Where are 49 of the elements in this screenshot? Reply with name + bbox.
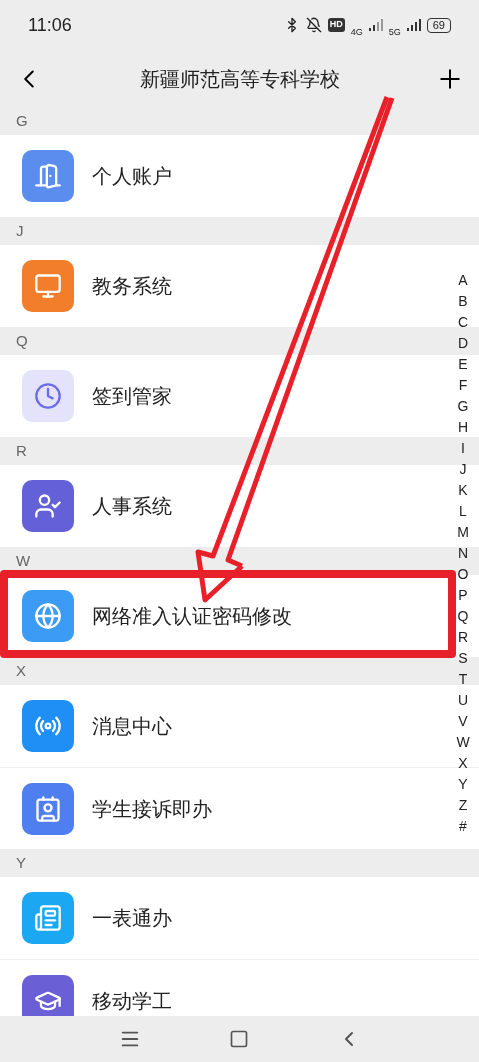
index-letter[interactable]: L	[455, 501, 471, 522]
index-letter[interactable]: A	[455, 270, 471, 291]
signal-icon	[406, 19, 421, 31]
index-letter[interactable]: H	[455, 417, 471, 438]
section-letter: X	[16, 660, 26, 681]
network-label: 5G	[388, 27, 401, 37]
door-icon	[22, 150, 74, 202]
section-letter: R	[16, 440, 27, 461]
index-letter[interactable]: D	[455, 333, 471, 354]
index-letter[interactable]: Q	[455, 606, 471, 627]
app-list-item[interactable]: 个人账户	[0, 135, 479, 217]
mute-icon	[305, 17, 322, 33]
section-letter: Y	[16, 852, 26, 873]
index-letter[interactable]: V	[455, 711, 471, 732]
signal-icon	[368, 19, 383, 31]
index-letter[interactable]: B	[455, 291, 471, 312]
section-letter: Q	[16, 330, 28, 351]
app-list-item[interactable]: 移动学工	[0, 959, 479, 1016]
index-letter[interactable]: R	[455, 627, 471, 648]
badge-icon	[22, 782, 74, 835]
index-letter[interactable]: W	[455, 732, 471, 753]
monitor-icon	[22, 260, 74, 312]
index-letter[interactable]: G	[455, 396, 471, 417]
section-letter: J	[16, 220, 24, 241]
graduation-cap-icon	[22, 974, 74, 1016]
clock-icon	[22, 370, 74, 422]
index-letter[interactable]: P	[455, 585, 471, 606]
index-letter[interactable]: M	[455, 522, 471, 543]
network-label: 4G	[350, 27, 363, 37]
section-letter: W	[16, 550, 31, 571]
app-list-item[interactable]: 一表通办	[0, 877, 479, 959]
user-check-icon	[22, 480, 74, 532]
index-letter[interactable]: K	[455, 480, 471, 501]
index-letter[interactable]: #	[455, 816, 471, 837]
index-letter[interactable]: I	[455, 438, 471, 459]
section-letter: G	[16, 110, 28, 131]
broadcast-icon	[22, 700, 74, 752]
index-letter[interactable]: U	[455, 690, 471, 711]
hd-badge: HD	[327, 18, 345, 32]
document-icon	[22, 892, 74, 944]
globe-icon	[22, 590, 74, 642]
index-letter[interactable]: F	[455, 375, 471, 396]
battery-indicator: 69	[426, 17, 451, 33]
status-time: 11:06	[28, 13, 72, 37]
index-letter[interactable]: Z	[455, 795, 471, 816]
page-title: 新疆师范高等专科学校	[139, 66, 340, 92]
index-letter[interactable]: Y	[455, 774, 471, 795]
index-letter[interactable]: E	[455, 354, 471, 375]
home-icon[interactable]	[228, 1029, 249, 1049]
